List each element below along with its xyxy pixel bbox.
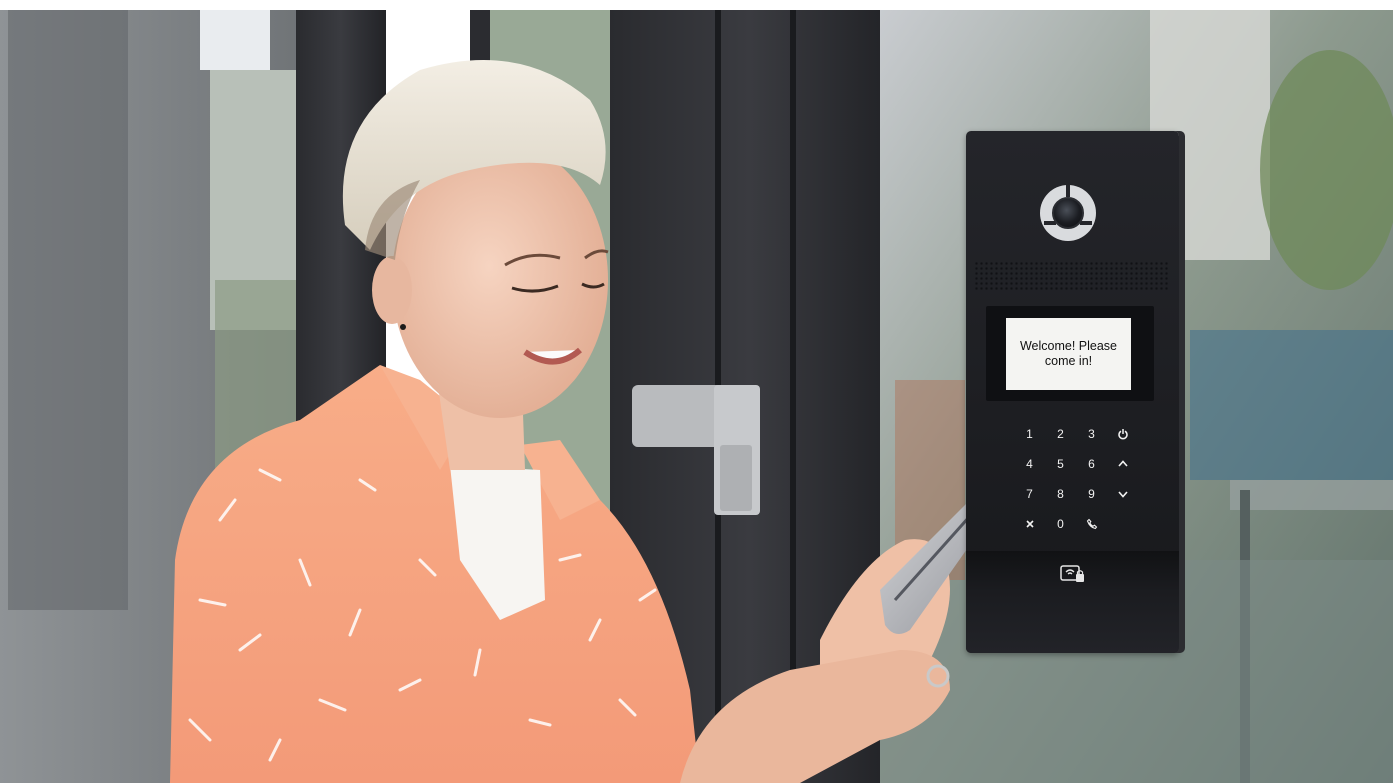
- call-icon[interactable]: [1076, 509, 1107, 539]
- key-7[interactable]: 7: [1014, 479, 1045, 509]
- key-9[interactable]: 9: [1076, 479, 1107, 509]
- card-reader-icon: [1060, 565, 1084, 582]
- photo-scene: Welcome! Please come in! 1 2 3 4 5 6 7 8…: [0, 0, 1393, 783]
- speaker-grille: [974, 261, 1170, 291]
- key-6[interactable]: 6: [1076, 449, 1107, 479]
- down-arrow-icon[interactable]: [1107, 479, 1138, 509]
- key-0[interactable]: 0: [1045, 509, 1076, 539]
- close-icon[interactable]: [1014, 509, 1045, 539]
- scene-background: [0, 0, 1393, 783]
- power-icon[interactable]: [1107, 419, 1138, 449]
- key-1[interactable]: 1: [1014, 419, 1045, 449]
- key-3[interactable]: 3: [1076, 419, 1107, 449]
- camera-lens-icon: [1052, 197, 1084, 229]
- key-8[interactable]: 8: [1045, 479, 1076, 509]
- key-4[interactable]: 4: [1014, 449, 1045, 479]
- key-5[interactable]: 5: [1045, 449, 1076, 479]
- display-message: Welcome! Please come in!: [1019, 339, 1118, 368]
- intercom-display: Welcome! Please come in!: [1006, 318, 1131, 390]
- up-arrow-icon[interactable]: [1107, 449, 1138, 479]
- key-2[interactable]: 2: [1045, 419, 1076, 449]
- keypad: 1 2 3 4 5 6 7 8 9 0: [1014, 419, 1138, 531]
- intercom-panel: Welcome! Please come in! 1 2 3 4 5 6 7 8…: [966, 131, 1179, 653]
